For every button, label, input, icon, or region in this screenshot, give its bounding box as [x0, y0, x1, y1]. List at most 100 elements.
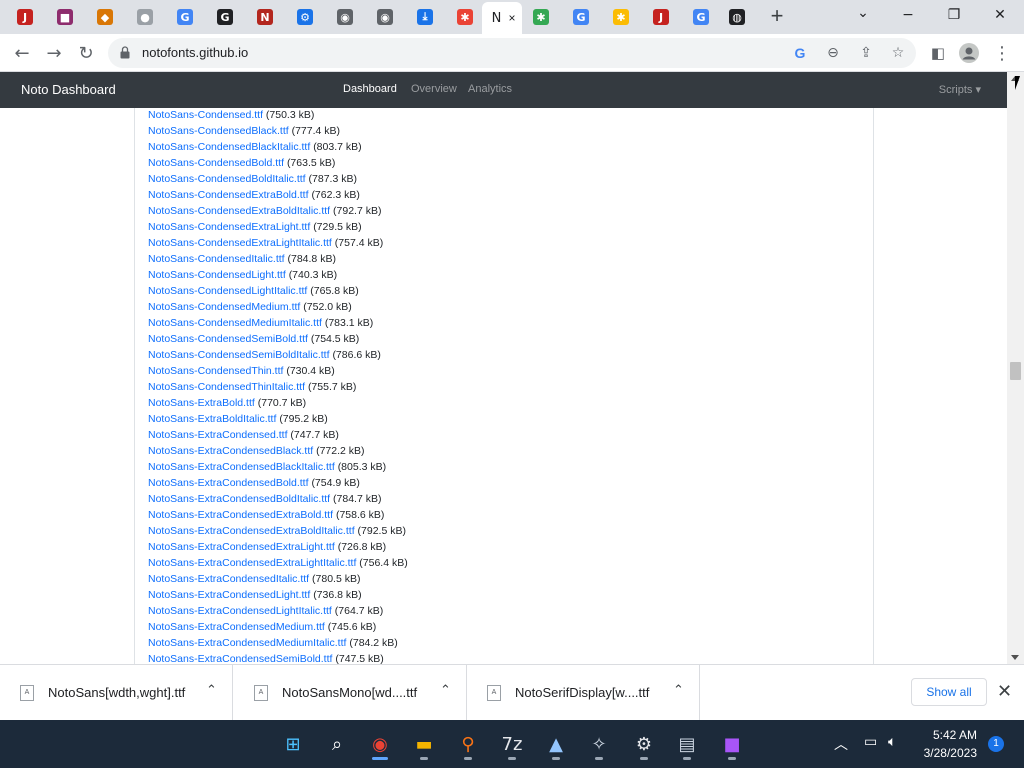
- back-button[interactable]: ←: [8, 39, 36, 67]
- bookmark-star-icon[interactable]: ☆: [888, 43, 908, 63]
- show-all-button[interactable]: Show all: [911, 678, 987, 706]
- font-file-link[interactable]: NotoSans-CondensedLightItalic.ttf: [148, 285, 307, 297]
- browser-tab[interactable]: J: [6, 4, 44, 30]
- browser-tab[interactable]: ■: [46, 4, 84, 30]
- font-file-link[interactable]: NotoSans-Condensed.ttf: [148, 109, 263, 121]
- tab-search-icon[interactable]: ⌄: [843, 2, 883, 24]
- browser-tab[interactable]: G: [166, 4, 204, 30]
- font-file-link[interactable]: NotoSans-ExtraCondensedExtraLightItalic.…: [148, 557, 356, 569]
- taskbar-app[interactable]: ◉: [364, 728, 396, 760]
- font-file-link[interactable]: NotoSans-ExtraBoldItalic.ttf: [148, 413, 276, 425]
- browser-tab[interactable]: G: [206, 4, 244, 30]
- nav-overview[interactable]: Overview: [411, 83, 457, 95]
- font-file-link[interactable]: NotoSans-ExtraCondensedExtraBoldItalic.t…: [148, 525, 355, 537]
- taskbar-app[interactable]: ▬: [408, 728, 440, 760]
- font-file-link[interactable]: NotoSans-ExtraCondensedLight.ttf: [148, 589, 310, 601]
- browser-tab[interactable]: ⚙: [286, 4, 324, 30]
- font-file-link[interactable]: NotoSans-ExtraCondensedSemiBold.ttf: [148, 653, 332, 664]
- font-file-link[interactable]: NotoSans-ExtraCondensedBold.ttf: [148, 477, 309, 489]
- taskbar-app[interactable]: ⚲: [452, 728, 484, 760]
- font-file-link[interactable]: NotoSans-ExtraCondensedMedium.ttf: [148, 621, 325, 633]
- browser-tab[interactable]: ◍: [718, 4, 756, 30]
- font-file-link[interactable]: NotoSans-CondensedLight.ttf: [148, 269, 286, 281]
- font-file-link[interactable]: NotoSans-CondensedBoldItalic.ttf: [148, 173, 306, 185]
- tray-overflow-icon[interactable]: ︿: [834, 734, 848, 754]
- profile-avatar[interactable]: [955, 39, 983, 67]
- download-item[interactable]: A NotoSansMono[wd....ttf ⌃: [234, 665, 467, 721]
- font-file-link[interactable]: NotoSans-CondensedMediumItalic.ttf: [148, 317, 322, 329]
- google-lens-icon[interactable]: G: [790, 43, 810, 63]
- network-icon[interactable]: ▭: [864, 734, 877, 750]
- font-file-link[interactable]: NotoSans-CondensedExtraBoldItalic.ttf: [148, 205, 330, 217]
- active-tab[interactable]: N ×: [482, 2, 522, 34]
- browser-tab[interactable]: ◉: [326, 4, 364, 30]
- browser-tab[interactable]: ◆: [86, 4, 124, 30]
- browser-tab[interactable]: N: [246, 4, 284, 30]
- font-file-link[interactable]: NotoSans-ExtraCondensedLightItalic.ttf: [148, 605, 332, 617]
- side-panel-icon[interactable]: ◧: [924, 39, 952, 67]
- taskbar-app[interactable]: ✧: [583, 728, 615, 760]
- window-close-button[interactable]: ✕: [980, 4, 1020, 26]
- nav-analytics[interactable]: Analytics: [468, 83, 512, 95]
- new-tab-button[interactable]: +: [766, 5, 788, 28]
- download-item[interactable]: A NotoSans[wdth,wght].ttf ⌃: [0, 665, 233, 721]
- chevron-up-icon[interactable]: ⌃: [206, 683, 217, 698]
- taskbar-app[interactable]: 7z: [496, 728, 528, 760]
- taskbar-app[interactable]: ⌕: [321, 728, 353, 760]
- browser-tab[interactable]: ⤓: [406, 4, 444, 30]
- minimize-button[interactable]: −: [888, 4, 928, 26]
- font-file-link[interactable]: NotoSans-CondensedBlack.ttf: [148, 125, 289, 137]
- forward-button[interactable]: →: [40, 39, 68, 67]
- zoom-icon[interactable]: ⊖: [823, 43, 843, 63]
- font-file-link[interactable]: NotoSans-CondensedMedium.ttf: [148, 301, 300, 313]
- font-file-link[interactable]: NotoSans-ExtraCondensedBlack.ttf: [148, 445, 313, 457]
- notification-badge[interactable]: 1: [988, 736, 1004, 752]
- browser-tab[interactable]: ◉: [366, 4, 404, 30]
- page-scrollbar[interactable]: [1007, 72, 1024, 664]
- font-file-link[interactable]: NotoSans-ExtraCondensedBlackItalic.ttf: [148, 461, 335, 473]
- font-file-link[interactable]: NotoSans-CondensedSemiBold.ttf: [148, 333, 308, 345]
- taskbar-app[interactable]: ⚙: [628, 728, 660, 760]
- font-file-link[interactable]: NotoSans-ExtraCondensedBoldItalic.ttf: [148, 493, 330, 505]
- scrollbar-thumb[interactable]: [1010, 362, 1021, 380]
- chrome-menu-button[interactable]: ⋮: [988, 39, 1016, 67]
- share-icon[interactable]: ⇪: [856, 43, 876, 63]
- font-file-link[interactable]: NotoSans-CondensedExtraBold.ttf: [148, 189, 309, 201]
- font-file-link[interactable]: NotoSans-ExtraCondensedExtraBold.ttf: [148, 509, 333, 521]
- font-file-link[interactable]: NotoSans-CondensedBlackItalic.ttf: [148, 141, 310, 153]
- font-file-link[interactable]: NotoSans-ExtraCondensedItalic.ttf: [148, 573, 309, 585]
- browser-tab[interactable]: J: [642, 4, 680, 30]
- font-file-link[interactable]: NotoSans-CondensedExtraLightItalic.ttf: [148, 237, 332, 249]
- chevron-up-icon[interactable]: ⌃: [673, 683, 684, 698]
- volume-icon[interactable]: 🔈︎: [888, 734, 896, 750]
- font-file-link[interactable]: NotoSans-CondensedExtraLight.ttf: [148, 221, 310, 233]
- browser-tab[interactable]: G: [562, 4, 600, 30]
- font-file-link[interactable]: NotoSans-CondensedThinItalic.ttf: [148, 381, 305, 393]
- browser-tab[interactable]: G: [682, 4, 720, 30]
- restore-button[interactable]: ❐: [934, 4, 974, 26]
- taskbar-app[interactable]: ⊞: [277, 728, 309, 760]
- scroll-down-arrow-icon[interactable]: [1011, 655, 1019, 660]
- address-bar[interactable]: notofonts.github.io G ⊖ ⇪ ☆: [108, 38, 916, 68]
- close-icon[interactable]: ✕: [997, 681, 1012, 702]
- chevron-up-icon[interactable]: ⌃: [440, 683, 451, 698]
- font-file-link[interactable]: NotoSans-CondensedThin.ttf: [148, 365, 283, 377]
- browser-tab[interactable]: ✱: [602, 4, 640, 30]
- font-file-link[interactable]: NotoSans-CondensedItalic.ttf: [148, 253, 285, 265]
- font-file-link[interactable]: NotoSans-ExtraCondensedExtraLight.ttf: [148, 541, 335, 553]
- taskbar-app[interactable]: ■: [716, 728, 748, 760]
- font-file-link[interactable]: NotoSans-CondensedBold.ttf: [148, 157, 284, 169]
- scripts-dropdown[interactable]: Scripts ▾: [939, 83, 981, 96]
- font-file-link[interactable]: NotoSans-ExtraCondensedMediumItalic.ttf: [148, 637, 346, 649]
- clock-date[interactable]: 3/28/2023: [912, 746, 977, 760]
- browser-tab[interactable]: ✱: [522, 4, 560, 30]
- nav-dashboard[interactable]: Dashboard: [343, 83, 397, 95]
- taskbar-app[interactable]: ▤: [671, 728, 703, 760]
- download-item[interactable]: A NotoSerifDisplay[w....ttf ⌃: [467, 665, 700, 721]
- font-file-link[interactable]: NotoSans-ExtraCondensed.ttf: [148, 429, 288, 441]
- close-tab-icon[interactable]: ×: [508, 11, 515, 25]
- clock-time[interactable]: 5:42 AM: [931, 728, 977, 742]
- site-brand[interactable]: Noto Dashboard: [21, 82, 116, 97]
- browser-tab[interactable]: ●: [126, 4, 164, 30]
- url-text[interactable]: notofonts.github.io: [142, 45, 248, 60]
